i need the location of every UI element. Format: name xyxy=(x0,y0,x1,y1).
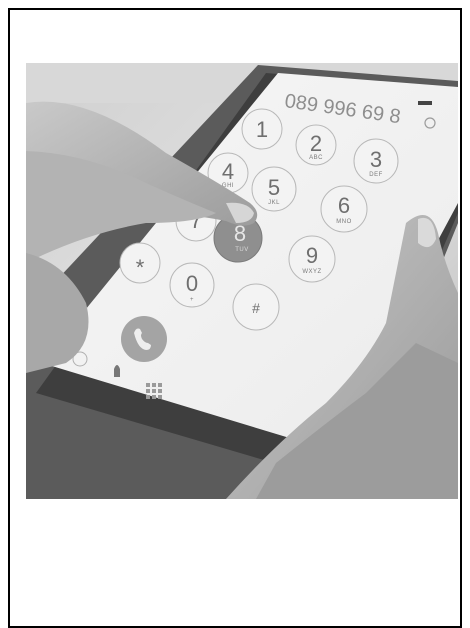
key-label: 9 xyxy=(306,243,318,268)
key-hash: # xyxy=(232,283,280,331)
phone-dialer-photo: 089 996 69 8 1 2 ABC 3 DEF 4 GHI 5 JKL 6… xyxy=(26,63,458,499)
key-2: 2 ABC xyxy=(295,124,337,166)
key-label: 1 xyxy=(256,117,268,142)
key-label: 5 xyxy=(268,175,280,200)
key-6: 6 MNO xyxy=(320,185,368,233)
key-label: 4 xyxy=(222,159,234,184)
keypad-icon xyxy=(146,383,162,399)
key-9: 9 WXYZ xyxy=(288,235,336,283)
key-label: WXYZ xyxy=(302,269,321,275)
key-label: TUV xyxy=(235,247,249,253)
key-label: DEF xyxy=(369,172,383,178)
key-label: * xyxy=(136,255,145,280)
call-button xyxy=(121,316,167,362)
key-label: 6 xyxy=(338,193,350,218)
key-label: ABC xyxy=(309,155,323,161)
key-label: + xyxy=(190,297,194,303)
key-5: 5 JKL xyxy=(251,166,297,212)
key-star: * xyxy=(119,242,161,284)
key-label: 0 xyxy=(186,271,198,296)
key-1: 1 xyxy=(241,108,283,150)
key-label: MNO xyxy=(336,219,352,225)
key-3: 3 DEF xyxy=(353,138,399,184)
key-label: 3 xyxy=(370,147,382,172)
key-label: # xyxy=(252,300,260,316)
key-label: 2 xyxy=(310,131,322,156)
key-label: JKL xyxy=(268,200,280,206)
key-0: 0 + xyxy=(169,262,215,308)
